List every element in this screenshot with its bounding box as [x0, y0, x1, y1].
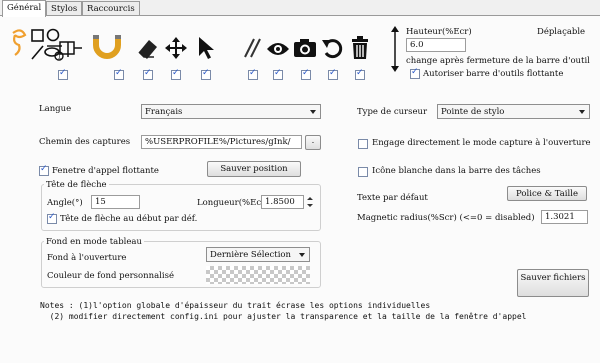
language-label: Langue — [39, 104, 72, 114]
save-files-button[interactable]: Sauver fichiers — [517, 269, 589, 297]
magnetic-radius-input[interactable]: 1.3021 — [541, 210, 588, 224]
toolbar-check-5[interactable] — [201, 68, 211, 80]
length-spinner[interactable] — [306, 195, 314, 209]
pen-width-icon[interactable] — [240, 35, 266, 61]
movable-label: Déplaçable — [537, 27, 586, 37]
save-position-button[interactable]: Sauver position — [207, 161, 301, 177]
board-open-select[interactable]: Dernière Sélection — [206, 247, 310, 262]
arrowhead-group-title: Tête de flèche — [44, 180, 109, 190]
cursor-type-select[interactable]: Pointe de stylo — [437, 104, 590, 119]
direct-capture-checkbox[interactable] — [358, 139, 368, 149]
pointer-icon[interactable] — [193, 35, 219, 61]
arrowhead-start-checkbox[interactable] — [47, 212, 57, 224]
custom-color-swatch[interactable] — [206, 266, 310, 284]
language-select-value: Français — [145, 107, 183, 117]
font-size-button[interactable]: Police & Taille — [507, 186, 587, 201]
notes-line-1: Notes : (1)l'option globale d'épaisseur … — [40, 301, 431, 310]
toolbar-check-6[interactable] — [248, 68, 258, 80]
height-input[interactable]: 6.0 — [406, 38, 466, 52]
angle-label: Angle(°) — [47, 198, 83, 208]
white-icon-checkbox[interactable] — [358, 167, 368, 177]
notes-line-2: (2) modifier directement config.ini pour… — [40, 312, 527, 321]
tab-stylos[interactable]: Stylos — [46, 1, 83, 16]
camera-icon[interactable] — [292, 35, 318, 61]
callout-window-label: Fenetre d'appel flottante — [52, 166, 159, 176]
toolbar-check-2[interactable] — [114, 68, 124, 80]
toolbar-check-1[interactable] — [58, 68, 68, 80]
numbered-list-icon[interactable] — [57, 39, 85, 61]
custom-color-label: Couleur de fond personnalisé — [47, 271, 174, 281]
toolbar-check-10[interactable] — [355, 68, 365, 80]
board-open-label: Fond à l'ouverture — [47, 253, 127, 263]
cursor-type-select-value: Pointe de stylo — [441, 107, 505, 117]
language-select[interactable]: Français — [141, 104, 321, 119]
trash-icon[interactable] — [347, 35, 373, 61]
toolbar-check-8[interactable] — [301, 68, 311, 80]
toolbar-check-7[interactable] — [273, 68, 283, 80]
white-icon-label: Icône blanche dans la barre des tâches — [372, 166, 541, 176]
tab-general[interactable]: Général — [2, 0, 47, 17]
length-label: Longueur(%Ecr) — [197, 198, 269, 208]
change-after-close-label: change après fermeture de la barre d'out… — [406, 56, 590, 66]
direct-capture-label: Engage directement le mode capture à l'o… — [372, 138, 591, 148]
board-open-select-value: Dernière Sélection — [210, 250, 292, 260]
toolbar-check-4[interactable] — [171, 68, 181, 80]
arrowhead-start-label: Tête de flèche au début par déf. — [60, 214, 198, 224]
eraser-icon[interactable] — [135, 34, 161, 60]
undo-icon[interactable] — [320, 35, 346, 61]
eye-icon[interactable] — [265, 36, 291, 62]
default-text-label: Texte par défaut — [357, 193, 428, 203]
toolbar-check-9[interactable] — [328, 68, 338, 80]
capture-path-input[interactable]: %USERPROFILE%/Pictures/gInk/ — [141, 135, 302, 149]
toolbar-check-3[interactable] — [143, 68, 153, 80]
length-input[interactable]: 1.8500 — [261, 195, 304, 209]
callout-window-checkbox[interactable] — [39, 164, 49, 176]
chevron-down-icon — [579, 110, 585, 114]
cursor-type-label: Type de curseur — [357, 107, 428, 117]
height-label: Hauteur(%Ecr) — [406, 27, 472, 37]
browse-button[interactable]: . — [305, 135, 321, 150]
magnet-icon[interactable] — [91, 27, 123, 63]
board-background-title: Fond en mode tableau — [44, 237, 144, 247]
angle-input[interactable]: 15 — [91, 195, 140, 209]
tab-bar: Général Stylos Raccourcis — [0, 0, 600, 17]
tab-raccourcis[interactable]: Raccourcis — [82, 1, 140, 16]
move-icon[interactable] — [163, 35, 189, 61]
chevron-down-icon — [310, 110, 316, 114]
magnetic-radius-label: Magnetic radius(%Scr) (<=0 = disabled) — [357, 213, 535, 223]
floating-toolbar-label: Autoriser barre d'outils flottante — [423, 69, 564, 79]
chevron-down-icon — [299, 253, 305, 257]
floating-toolbar-checkbox[interactable] — [410, 67, 420, 79]
height-arrow-icon — [391, 26, 399, 72]
capture-path-label: Chemin des captures — [39, 137, 131, 147]
